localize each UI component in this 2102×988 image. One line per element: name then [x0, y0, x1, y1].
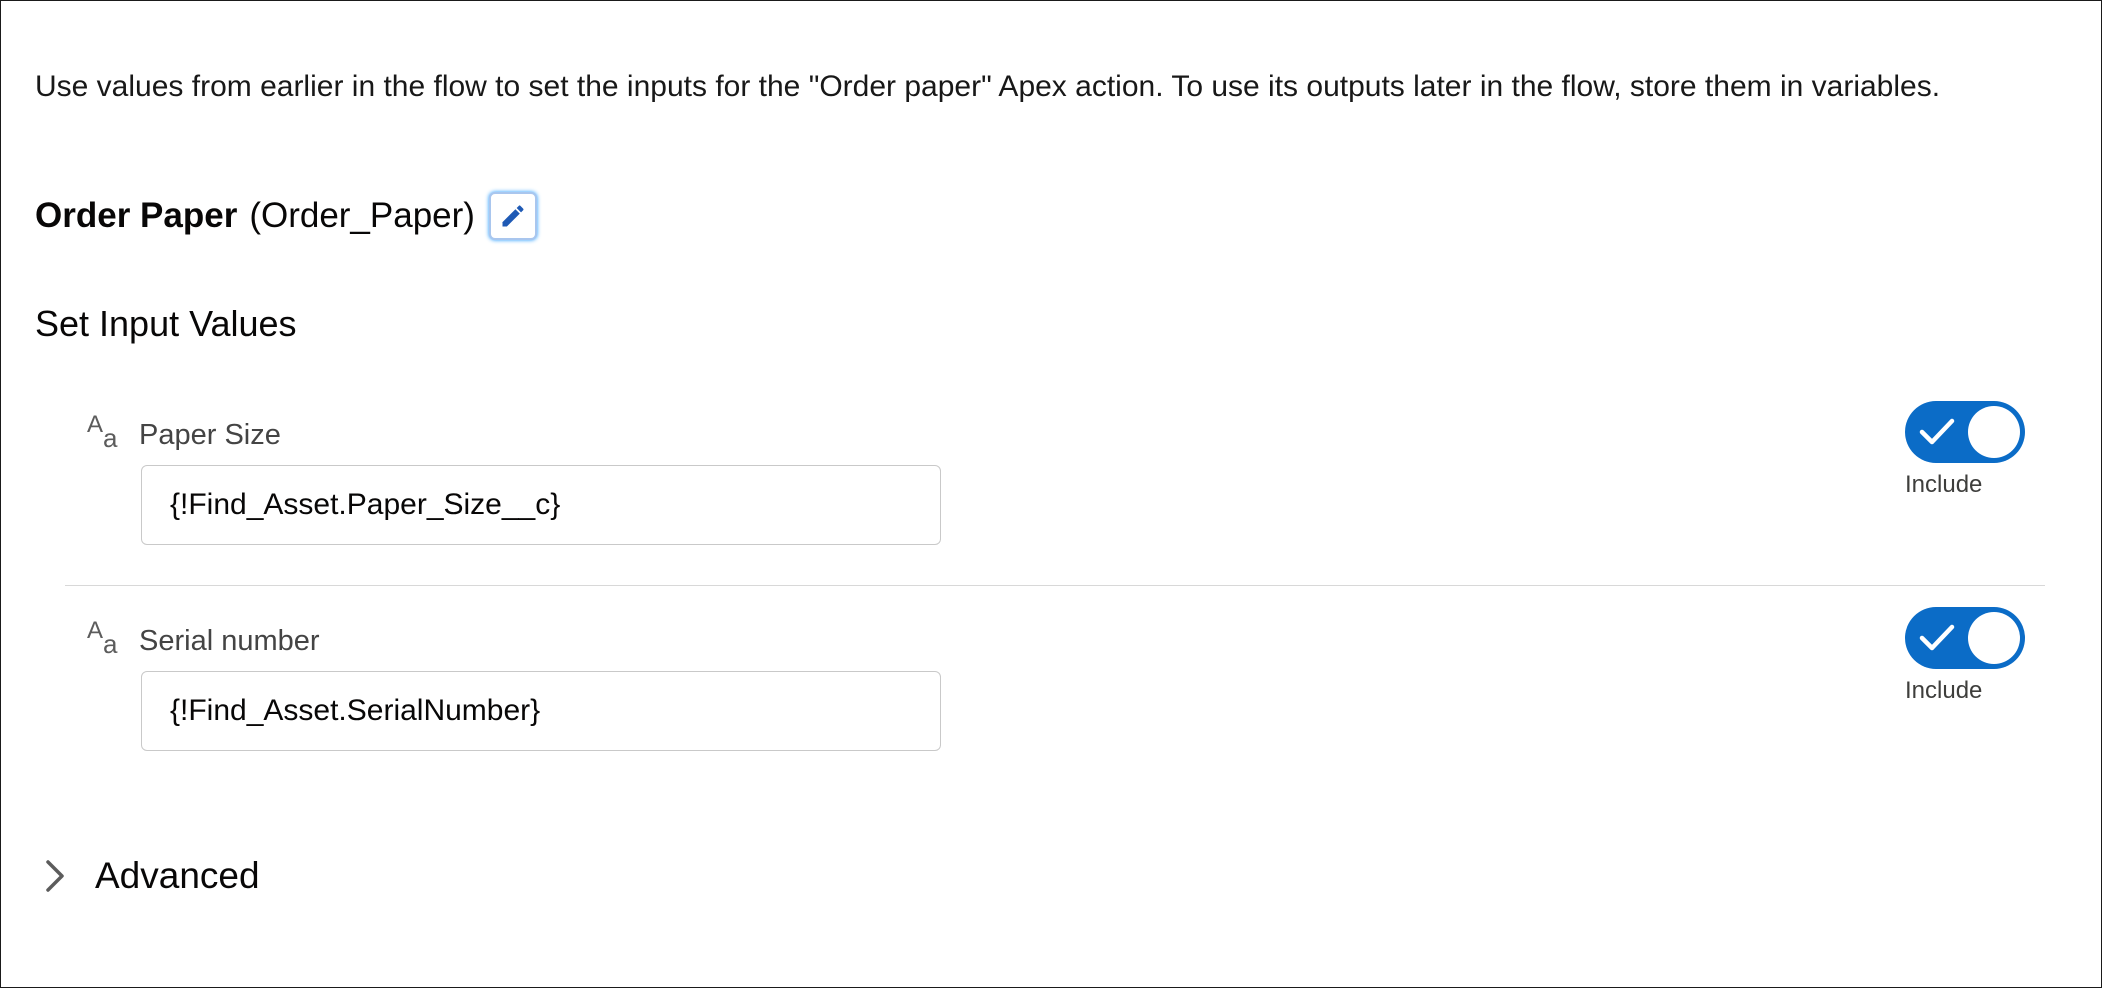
section-title: Set Input Values — [35, 303, 297, 344]
include-toggle-group: Include — [1905, 401, 2035, 499]
checkmark-icon — [1919, 624, 1955, 651]
action-description: Use values from earlier in the flow to s… — [35, 70, 1941, 103]
toggle-knob — [1968, 406, 2020, 458]
advanced-label: Advanced — [95, 855, 260, 896]
checkmark-icon — [1919, 418, 1955, 445]
include-label: Include — [1905, 471, 1983, 498]
action-label: Order Paper — [35, 196, 238, 235]
text-type-icon: A a — [87, 617, 127, 659]
panel-frame: Use values from earlier in the flow to s… — [0, 0, 2102, 988]
type-glyph-big: A — [87, 617, 104, 644]
include-toggle-group: Include — [1905, 607, 2035, 705]
chevron-right-icon — [35, 856, 75, 896]
include-toggle[interactable] — [1905, 401, 2025, 463]
field-label: Paper Size — [139, 419, 281, 451]
action-api-name: (Order_Paper) — [249, 196, 475, 235]
row-divider — [65, 585, 2045, 586]
include-label: Include — [1905, 677, 1983, 704]
text-type-icon: A a — [87, 411, 127, 453]
pencil-icon — [502, 205, 524, 227]
serial-number-input[interactable] — [141, 671, 941, 751]
type-glyph-small: a — [103, 629, 118, 659]
toggle-knob — [1968, 612, 2020, 664]
type-glyph-small: a — [103, 423, 118, 453]
paper-size-input[interactable] — [141, 465, 941, 545]
edit-action-button[interactable] — [488, 192, 537, 240]
action-title-row: Order Paper (Order_Paper) — [35, 191, 537, 241]
advanced-section-toggle[interactable]: Advanced — [35, 855, 260, 897]
field-label: Serial number — [139, 625, 320, 657]
type-glyph-big: A — [87, 411, 104, 438]
include-toggle[interactable] — [1905, 607, 2025, 669]
